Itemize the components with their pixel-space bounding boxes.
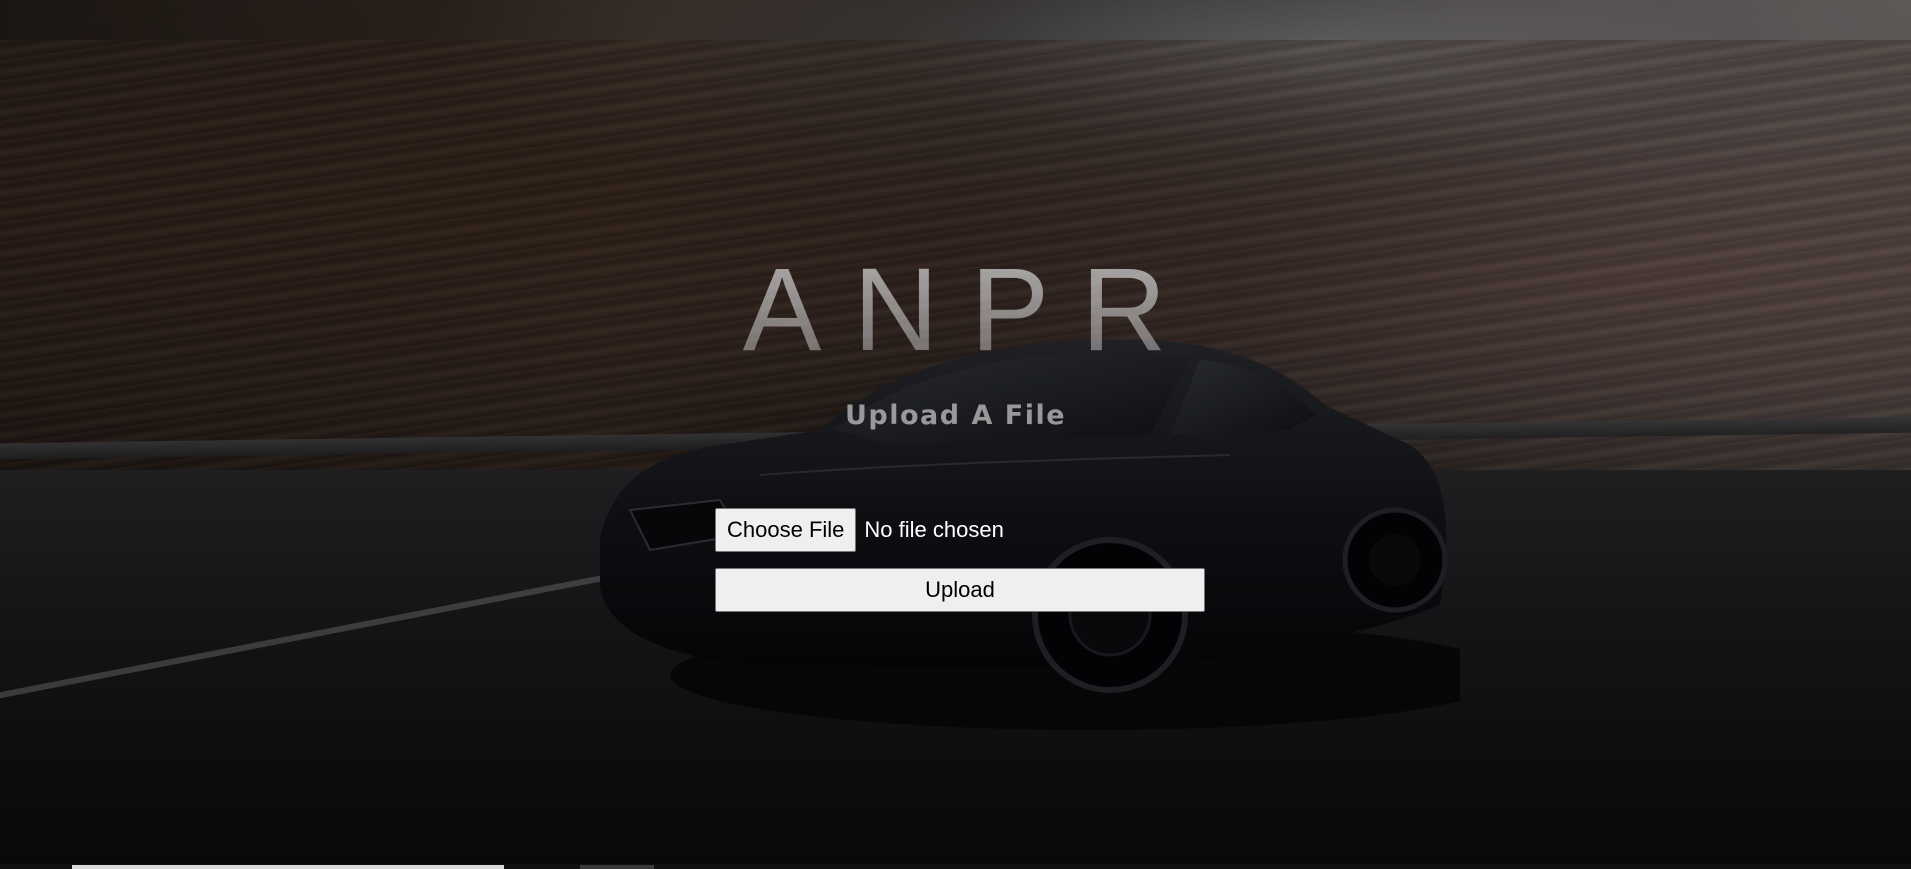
file-input[interactable]: Choose File No file chosen <box>715 508 1004 552</box>
page-title: ANPR <box>0 250 1911 370</box>
page-subtitle: Upload A File <box>844 400 1067 431</box>
hero-background <box>0 0 1911 869</box>
choose-file-button[interactable]: Choose File <box>715 508 857 552</box>
upload-button[interactable]: Upload <box>715 568 1205 612</box>
file-status-label: No file chosen <box>864 517 1004 542</box>
scrollbar-marker <box>580 865 654 869</box>
scrollbar-thumb[interactable] <box>72 865 504 869</box>
dark-overlay <box>0 0 1911 869</box>
